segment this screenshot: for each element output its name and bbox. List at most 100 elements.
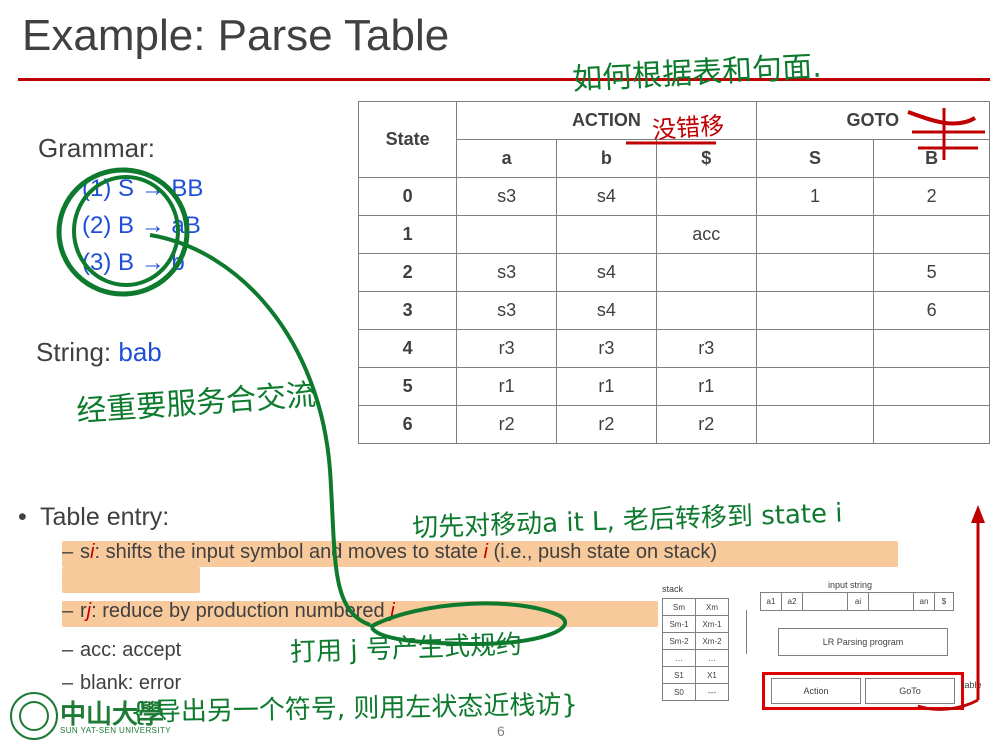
- cell-dollar: [655, 253, 757, 292]
- cell-B: 5: [873, 253, 990, 292]
- stack-cell: Sm-2: [662, 632, 696, 650]
- parse-table: State ACTION GOTO a b $ S B 0 s3 s4 1 2 …: [357, 101, 991, 444]
- reduce-rest: : reduce by production numbered: [91, 600, 391, 622]
- bullet-table-entry: • Table entry:: [18, 503, 169, 532]
- stack-cell: Sm: [662, 598, 696, 616]
- cell-b: r1: [555, 367, 657, 406]
- cell-dollar: r1: [655, 367, 757, 406]
- input-cell: [802, 592, 848, 611]
- cell-b: s4: [555, 291, 657, 330]
- table-row: 4 r3 r3 r3: [357, 329, 990, 368]
- cell-B: [873, 329, 990, 368]
- annotation-acc-note: 打用 j 号产生式规约: [289, 629, 523, 669]
- shift-prefix: s: [80, 541, 90, 563]
- header-col-b: b: [555, 139, 657, 178]
- stack-cell: Sm-1: [662, 615, 696, 633]
- cell-b: s4: [555, 177, 657, 216]
- dash-icon: –: [62, 639, 74, 661]
- input-cell: [868, 592, 914, 611]
- table-row: 2 s3 s4 5: [357, 253, 990, 292]
- cell-B: 6: [873, 291, 990, 330]
- bullet-dot: •: [18, 503, 27, 531]
- diagram-stack-table: Sm Xm Sm-1 Xm-1 Sm-2 Xm-2 …… S1 X1 S0 ---: [662, 598, 729, 701]
- cell-state: 4: [357, 329, 458, 368]
- diagram-lr-program-box: LR Parsing program: [778, 628, 948, 656]
- annotation-mid-note: 切先对移动a it L, 老后转移到 state i: [411, 498, 843, 544]
- cell-B: [873, 215, 990, 254]
- cell-dollar: [655, 291, 757, 330]
- diagram-action-cell: Action: [771, 678, 861, 704]
- stack-cell: S0: [662, 683, 696, 701]
- title-divider: [18, 78, 990, 81]
- cell-a: r3: [456, 329, 557, 368]
- table-row: 1 acc: [357, 215, 990, 254]
- string-label: String:: [36, 337, 112, 367]
- shift-tail: (i.e., push state on stack): [488, 541, 717, 563]
- cell-state: 1: [357, 215, 458, 254]
- reduce-ital2: j: [390, 600, 395, 622]
- diagram-goto-cell: GoTo: [865, 678, 955, 704]
- table-row: Sm-1 Xm-1: [662, 615, 729, 633]
- table-row: ……: [662, 649, 729, 667]
- header-col-dollar: $: [655, 139, 757, 178]
- sub-bullet-shift: – si: shifts the input symbol and moves t…: [62, 540, 942, 565]
- cell-a: r2: [456, 405, 557, 444]
- annotation-bottom-note: { 导出另一个符号, 则用左状态近栈访}: [129, 690, 579, 728]
- table-row: 6 r2 r2 r2: [357, 405, 990, 444]
- stack-cell: Xm-2: [695, 632, 729, 650]
- stack-cell: …: [695, 649, 729, 667]
- input-cell: $: [934, 592, 954, 611]
- header-col-S: S: [755, 139, 875, 178]
- annotation-top-note: 如何根据表和句面.: [571, 49, 823, 98]
- production-3-text: B → b: [118, 249, 185, 276]
- cell-S: [755, 291, 875, 330]
- dash-icon: –: [62, 600, 74, 622]
- production-1-text: S → BB: [118, 175, 204, 202]
- bullet-table-entry-label: Table entry:: [40, 503, 170, 531]
- table-row: 5 r1 r1 r1: [357, 367, 990, 406]
- logo-seal-icon: [10, 692, 58, 740]
- cell-b: s4: [555, 253, 657, 292]
- cell-state: 2: [357, 253, 458, 292]
- reduce-prefix: r: [80, 600, 87, 622]
- header-goto: GOTO: [755, 101, 991, 140]
- stack-cell: X1: [695, 666, 729, 684]
- production-2-text: B → aB: [118, 212, 201, 239]
- cell-state: 0: [357, 177, 458, 216]
- cell-B: [873, 367, 990, 406]
- annotation-left-note: 经重要服务合交流: [75, 377, 318, 430]
- cell-B: [873, 405, 990, 444]
- diagram-action-goto-box: Action GoTo: [762, 672, 964, 710]
- production-3-num: (3): [82, 249, 112, 276]
- diagram-input-table: a1 a2 ai an $: [760, 592, 954, 611]
- cell-S: [755, 329, 875, 368]
- stack-cell: ---: [695, 683, 729, 701]
- stack-cell: Xm-1: [695, 615, 729, 633]
- cell-S: [755, 253, 875, 292]
- cell-S: [755, 215, 875, 254]
- input-cell: a2: [781, 592, 803, 611]
- annotation-action-note: 没错移: [651, 111, 726, 145]
- production-2-num: (2): [82, 212, 112, 239]
- cell-b: r2: [555, 405, 657, 444]
- table-row: Sm Xm: [662, 598, 729, 616]
- string-value: bab: [118, 337, 162, 367]
- stack-cell: …: [662, 649, 696, 667]
- cell-a: s3: [456, 177, 557, 216]
- cell-S: 1: [755, 177, 875, 216]
- cell-a: s3: [456, 253, 557, 292]
- input-cell: a1: [760, 592, 782, 611]
- header-state: State: [357, 101, 458, 178]
- grammar-label: Grammar:: [38, 133, 155, 163]
- cell-dollar: r3: [655, 329, 757, 368]
- input-cell: an: [913, 592, 935, 611]
- cell-a: [456, 215, 557, 254]
- header-col-a: a: [456, 139, 557, 178]
- shift-rest: : shifts the input symbol and moves to s…: [94, 541, 484, 563]
- dash-icon: –: [62, 541, 74, 563]
- cell-a: r1: [456, 367, 557, 406]
- diagram-connector: [746, 610, 747, 654]
- sub-bullet-accept: – acc: accept: [62, 639, 181, 662]
- input-cell: ai: [847, 592, 869, 611]
- accept-text: acc: accept: [80, 639, 182, 661]
